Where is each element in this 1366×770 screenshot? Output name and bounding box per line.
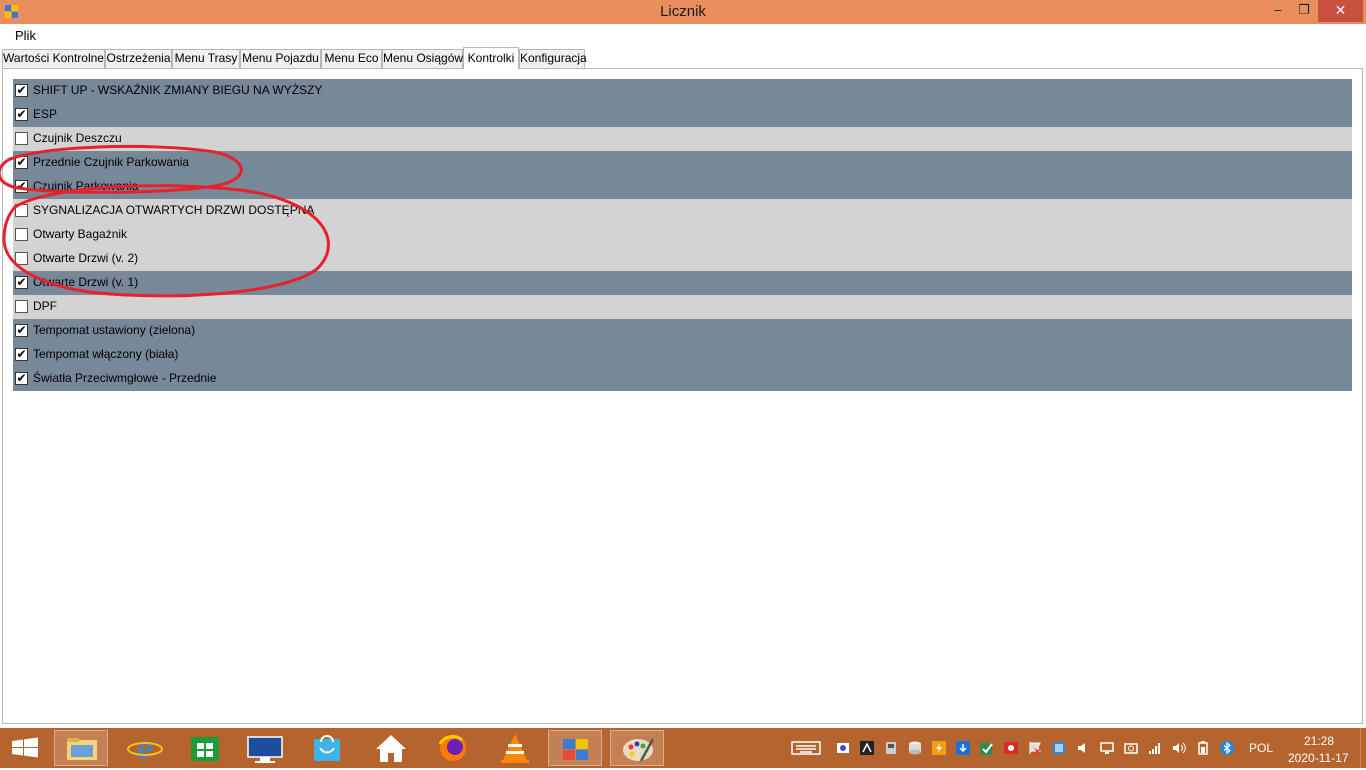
vlc-icon[interactable] [488,730,542,766]
wifi-signal-icon[interactable] [1148,741,1162,755]
close-button[interactable]: ✕ [1318,0,1363,22]
internet-explorer-icon[interactable]: e [118,730,172,766]
battery-icon[interactable] [1196,741,1210,755]
control-row[interactable]: ✔ Otwarte Drzwi (v. 1) [13,271,1352,295]
checkbox[interactable]: ✔ [15,348,28,361]
control-row[interactable]: ✔ SHIFT UP - WSKAŹNIK ZMIANY BIEGU NA WYŻ… [13,79,1352,103]
control-label: Otwarte Drzwi (v. 2) [33,251,139,265]
control-row[interactable]: Otwarty Bagażnik [13,223,1352,247]
language-indicator[interactable]: POL [1249,741,1273,755]
checkbox[interactable]: ✔ [15,180,28,193]
control-row[interactable]: ✔ Światła Przeciwmgłowe - Przednie [13,367,1352,391]
control-row[interactable]: ✔ Tempomat włączony (biała) [13,343,1352,367]
title-bar: Licznik – ❒ ✕ [0,0,1366,24]
control-label: Otwarty Bagażnik [33,227,128,241]
control-label: DPF [33,299,57,313]
monitor-icon[interactable] [1100,741,1114,755]
minimize-button[interactable]: – [1264,0,1292,22]
checkbox[interactable] [15,300,28,313]
control-label: Otwarte Drzwi (v. 1) [33,275,139,289]
windows-start-icon[interactable] [0,730,50,766]
svg-text:e: e [137,732,154,765]
show-desktop-button[interactable] [1360,728,1366,768]
control-row[interactable]: Otwarte Drzwi (v. 2) [13,247,1352,271]
checkbox[interactable]: ✔ [15,108,28,121]
control-row[interactable]: ✔ Tempomat ustawiony (zielona) [13,319,1352,343]
control-row[interactable]: ✔ Czujnik Parkowania [13,175,1352,199]
store-bag-icon[interactable] [300,730,354,766]
control-label: SYGNALIZACJA OTWARTYCH DRZWI DOSTĘPNA [33,203,315,217]
camera-icon[interactable] [1124,741,1138,755]
usb-device-icon[interactable] [884,741,898,755]
update-icon[interactable] [956,741,970,755]
control-label: Tempomat włączony (biała) [33,347,179,361]
tab-menu-osiagow[interactable]: Menu Osiągów [382,49,463,68]
display-icon[interactable] [1052,741,1066,755]
control-label: Czujnik Deszczu [33,131,122,145]
window-title: Licznik [660,3,706,20]
keyboard-icon[interactable] [791,740,821,756]
paint-icon[interactable] [610,730,664,766]
checkbox[interactable]: ✔ [15,156,28,169]
tab-wartosci-kontrolne[interactable]: Wartości Kontrolne [2,49,105,68]
checkbox[interactable]: ✔ [15,372,28,385]
control-row[interactable]: ✔ ESP [13,103,1352,127]
control-label: SHIFT UP - WSKAŹNIK ZMIANY BIEGU NA WYŻS… [33,83,323,97]
tab-ostrzezenia[interactable]: Ostrzeżenia [105,49,172,68]
maximize-button[interactable]: ❒ [1290,0,1318,22]
antivirus-icon[interactable] [1004,741,1018,755]
database-icon[interactable] [908,741,922,755]
controls-list: ✔ SHIFT UP - WSKAŹNIK ZMIANY BIEGU NA WYŻ… [13,79,1352,391]
tab-kontrolki[interactable]: Kontrolki [463,47,519,69]
menu-bar: Plik [0,24,1366,46]
control-row[interactable]: ✔ Przednie Czujnik Parkowania [13,151,1352,175]
volume-icon[interactable] [1172,741,1186,755]
checkbox[interactable] [15,204,28,217]
control-label: Czujnik Parkowania [33,179,139,193]
tab-menu-trasy[interactable]: Menu Trasy [172,49,240,68]
file-explorer-icon[interactable] [54,730,108,766]
checkbox[interactable]: ✔ [15,84,28,97]
control-row[interactable]: DPF [13,295,1352,319]
acrobat-icon[interactable] [860,741,874,755]
home-icon[interactable] [364,730,418,766]
menu-file[interactable]: Plik [15,28,36,43]
flag-icon[interactable] [1028,741,1042,755]
checkbox[interactable] [15,228,28,241]
clock-date[interactable]: 2020-11-17 [1288,751,1349,765]
power-manager-icon[interactable] [932,741,946,755]
network-drive-icon[interactable] [836,741,850,755]
tab-menu-eco[interactable]: Menu Eco [321,49,382,68]
tab-konfiguracja[interactable]: Konfiguracja [519,49,587,68]
licznik-app-icon[interactable] [548,730,602,766]
control-label: Przednie Czujnik Parkowania [33,155,190,169]
checkbox[interactable]: ✔ [15,324,28,337]
firefox-icon[interactable] [426,730,480,766]
windows-store-icon[interactable] [178,730,232,766]
security-check-icon[interactable] [980,741,994,755]
control-label: Tempomat ustawiony (zielona) [33,323,196,337]
tab-menu-pojazdu[interactable]: Menu Pojazdu [240,49,321,68]
checkbox[interactable] [15,132,28,145]
clock-time[interactable]: 21:28 [1304,734,1334,748]
speaker-icon[interactable] [1076,741,1090,755]
checkbox[interactable] [15,252,28,265]
checkbox[interactable]: ✔ [15,276,28,289]
control-row[interactable]: SYGNALIZACJA OTWARTYCH DRZWI DOSTĘPNA [13,199,1352,223]
taskbar: e POL 21:28 2020-11-17 [0,728,1366,768]
bluetooth-icon[interactable] [1220,741,1234,755]
control-row[interactable]: Czujnik Deszczu [13,127,1352,151]
lenovo-icon[interactable] [238,730,292,766]
control-label: Światła Przeciwmgłowe - Przednie [33,371,217,385]
control-label: ESP [33,107,58,121]
